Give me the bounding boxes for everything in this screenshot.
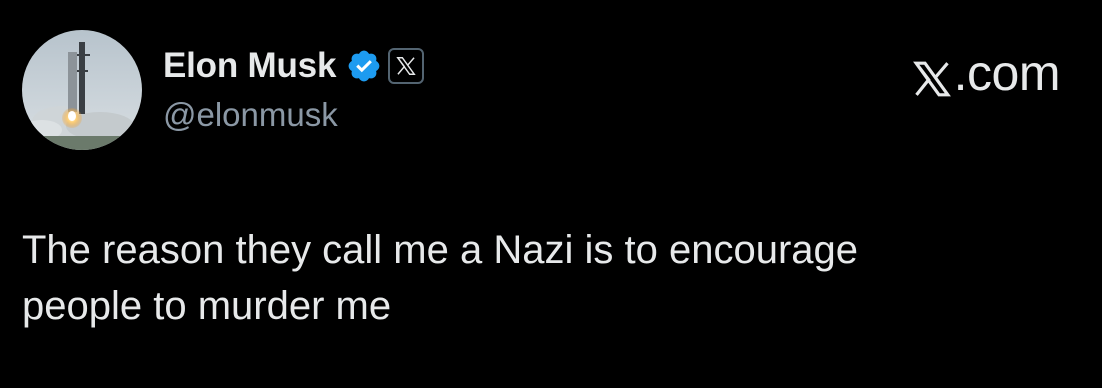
brand-logo: .com xyxy=(912,44,1061,102)
x-logo-icon xyxy=(912,53,952,97)
affiliate-x-badge[interactable] xyxy=(388,48,425,84)
avatar[interactable] xyxy=(22,30,142,150)
x-logo-icon xyxy=(396,57,416,75)
display-name[interactable]: Elon Musk xyxy=(163,46,336,86)
rocket-launch-avatar-icon xyxy=(22,30,142,150)
verified-badge-icon xyxy=(346,48,382,84)
tweet-text: The reason they call me a Nazi is to enc… xyxy=(22,228,858,328)
brand-label: .com xyxy=(953,45,1061,101)
handle[interactable]: @elonmusk xyxy=(163,96,424,134)
tweet-card[interactable]: Elon Musk @elonmusk .com The reason they… xyxy=(0,0,1102,388)
name-row: Elon Musk xyxy=(163,44,425,88)
author-block: Elon Musk @elonmusk xyxy=(163,44,425,134)
